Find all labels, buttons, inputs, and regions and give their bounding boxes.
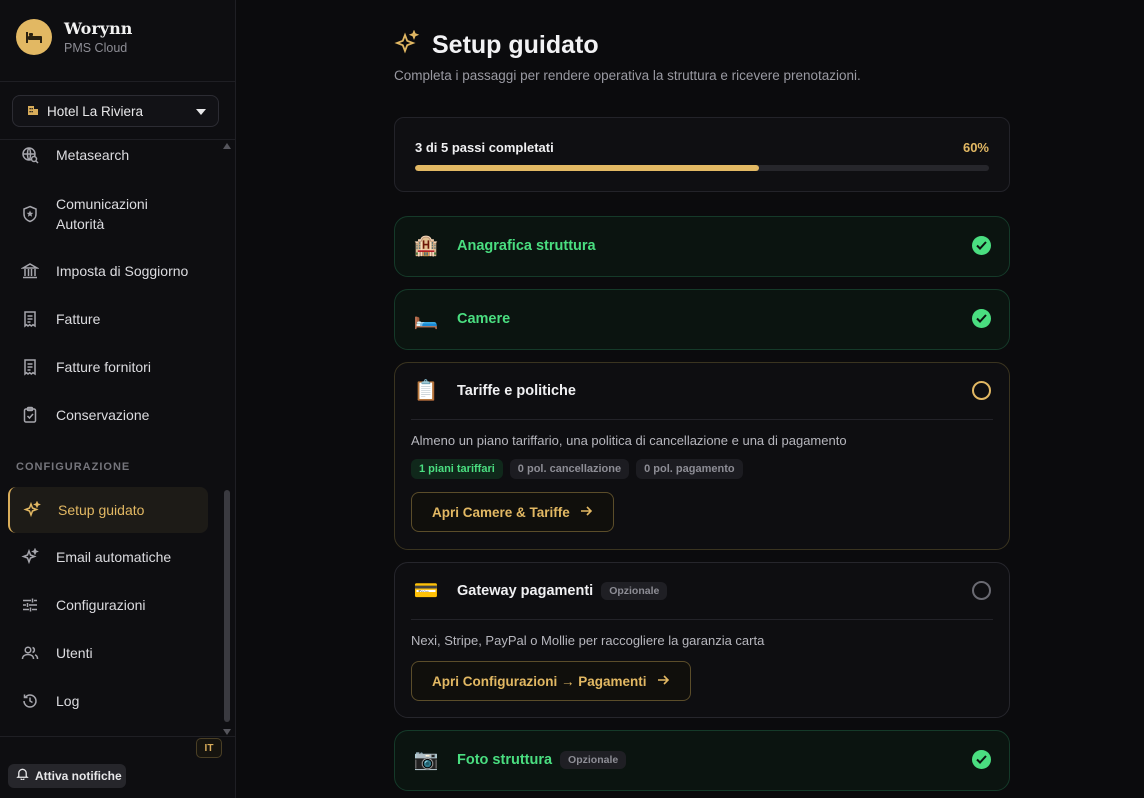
- check-circle-icon: [972, 750, 991, 769]
- sidebar-item-imposta-di-soggiorno[interactable]: Imposta di Soggiorno: [8, 261, 208, 281]
- step-title: Anagrafica struttura: [457, 238, 596, 254]
- bed-icon: 🛏️: [413, 308, 439, 330]
- progress-bar-fill: [415, 165, 760, 171]
- step-anagrafica-struttura[interactable]: 🏨 Anagrafica struttura: [394, 216, 1010, 277]
- sliders-icon: [20, 595, 40, 615]
- open-payment-settings-button[interactable]: Apri Configurazioni → Pagamenti: [411, 661, 691, 701]
- sidebar-item-log[interactable]: Log: [8, 691, 208, 711]
- caret-down-icon: [196, 102, 206, 120]
- step-gateway-pagamenti[interactable]: 💳 Gateway pagamenti Opzionale Nexi, Stri…: [394, 562, 1010, 718]
- sidebar-item-label: Email automatiche: [56, 549, 172, 565]
- sidebar-item-fatture-fornitori[interactable]: Fatture fornitori: [8, 357, 208, 377]
- step-title: Foto struttura: [457, 752, 553, 768]
- step-tariffe-e-politiche[interactable]: 📋 Tariffe e politiche Almeno un piano ta…: [394, 362, 1010, 550]
- sidebar-item-label: Configurazioni: [56, 597, 146, 613]
- step-foto-struttura[interactable]: 📷 Foto struttura Opzionale: [394, 730, 1010, 791]
- hotel-selector[interactable]: Hotel La Riviera: [12, 95, 219, 127]
- language-badge[interactable]: IT: [196, 738, 222, 758]
- page-title: Setup guidato: [432, 31, 599, 59]
- chip-politiche-pagamento: 0 pol. pagamento: [636, 459, 743, 479]
- arrow-right-icon: [580, 505, 593, 520]
- sidebar-item-label: Imposta di Soggiorno: [56, 263, 189, 279]
- bed-icon: [16, 19, 52, 55]
- sidebar-item-configurazioni[interactable]: Configurazioni: [8, 595, 208, 615]
- sidebar-item-metasearch[interactable]: Metasearch: [8, 145, 208, 165]
- progress-card: 3 di 5 passi completati 60%: [394, 117, 1010, 192]
- clipboard-check-icon: [20, 405, 40, 425]
- open-rooms-rates-button[interactable]: Apri Camere & Tariffe: [411, 492, 614, 532]
- sidebar-item-fatture[interactable]: Fatture: [8, 309, 208, 329]
- progress-label: 3 di 5 passi completati: [415, 140, 554, 155]
- building-icon: [27, 102, 39, 120]
- sidebar-item-conservazione[interactable]: Conservazione: [8, 405, 208, 425]
- sidebar-nav: Metasearch Comunicazioni Autorità Impost…: [0, 140, 236, 736]
- sidebar-item-utenti[interactable]: Utenti: [8, 643, 208, 663]
- sidebar-scrollbar[interactable]: [223, 143, 231, 735]
- enable-notifications-button[interactable]: Attiva notifiche: [8, 764, 126, 788]
- pending-circle-icon: [972, 581, 991, 600]
- brand[interactable]: Worynn PMS Cloud: [16, 19, 132, 55]
- divider: [0, 81, 236, 82]
- sidebar-item-email-automatiche[interactable]: Email automatiche: [8, 547, 208, 567]
- step-title: Gateway pagamenti: [457, 583, 594, 599]
- users-icon: [20, 643, 40, 663]
- step-description: Almeno un piano tariffario, una politica…: [411, 433, 847, 448]
- step-camere[interactable]: 🛏️ Camere: [394, 289, 1010, 350]
- hotel-icon: 🏨: [413, 235, 439, 257]
- shield-star-icon: [20, 204, 40, 224]
- receipt-icon: [20, 357, 40, 377]
- brand-subtitle: PMS Cloud: [64, 40, 128, 55]
- notifications-label: Attiva notifiche: [35, 769, 122, 783]
- sidebar-item-label: Fatture: [56, 311, 101, 327]
- credit-card-icon: 💳: [413, 580, 439, 602]
- bank-icon: [20, 261, 40, 281]
- scroll-up-arrow-icon[interactable]: [223, 143, 231, 149]
- page-subtitle: Completa i passaggi per rendere operativ…: [394, 68, 861, 83]
- step-title: Camere: [457, 311, 511, 327]
- pending-circle-icon: [972, 381, 991, 400]
- requirement-chips: 1 piani tariffari 0 pol. cancellazione 0…: [411, 459, 993, 479]
- step-title: Tariffe e politiche: [457, 383, 576, 399]
- sidebar-item-label: Fatture fornitori: [56, 359, 151, 375]
- chip-piani-tariffari: 1 piani tariffari: [411, 459, 503, 479]
- globe-search-icon: [20, 145, 40, 165]
- chip-politiche-cancellazione: 0 pol. cancellazione: [509, 459, 630, 479]
- optional-badge: Opzionale: [601, 582, 668, 600]
- sidebar-item-label: Setup guidato: [58, 502, 145, 518]
- clipboard-icon: 📋: [413, 380, 439, 402]
- arrow-right-icon: [657, 674, 670, 689]
- hotel-selector-value: Hotel La Riviera: [47, 103, 144, 119]
- check-circle-icon: [972, 309, 991, 328]
- sidebar-item-label: Log: [56, 693, 80, 709]
- sidebar-item-label: Utenti: [56, 645, 93, 661]
- sidebar-item-label: Metasearch: [56, 147, 130, 163]
- optional-badge: Opzionale: [560, 751, 627, 769]
- bell-icon: [16, 767, 29, 785]
- divider: [0, 736, 236, 737]
- brand-name: Worynn: [64, 18, 133, 38]
- sidebar-item-label: Comunicazioni Autorità: [56, 196, 148, 232]
- sparkle-icon: [20, 547, 40, 567]
- scrollbar-thumb[interactable]: [224, 490, 230, 722]
- sparkle-icon: [22, 500, 42, 520]
- page-header: Setup guidato: [394, 29, 599, 61]
- main-content: Setup guidato Completa i passaggi per re…: [236, 0, 1144, 798]
- sidebar: Worynn PMS Cloud Hotel La Riviera Metase…: [0, 0, 236, 798]
- check-circle-icon: [972, 236, 991, 255]
- step-description: Nexi, Stripe, PayPal o Mollie per raccog…: [411, 633, 765, 648]
- camera-icon: 📷: [413, 749, 439, 771]
- sidebar-item-comunicazioni-autorita[interactable]: Comunicazioni Autorità: [8, 194, 208, 234]
- section-label-configurazione: CONFIGURAZIONE: [16, 461, 131, 473]
- sparkle-icon: [394, 29, 420, 61]
- progress-bar: [415, 165, 989, 171]
- scroll-down-arrow-icon[interactable]: [223, 729, 231, 735]
- history-icon: [20, 691, 40, 711]
- button-label: Apri Configurazioni → Pagamenti: [432, 673, 647, 689]
- button-label: Apri Camere & Tariffe: [432, 504, 570, 520]
- receipt-icon: [20, 309, 40, 329]
- sidebar-item-setup-guidato[interactable]: Setup guidato: [8, 487, 208, 533]
- progress-percent: 60%: [962, 140, 989, 155]
- sidebar-item-label: Conservazione: [56, 407, 150, 423]
